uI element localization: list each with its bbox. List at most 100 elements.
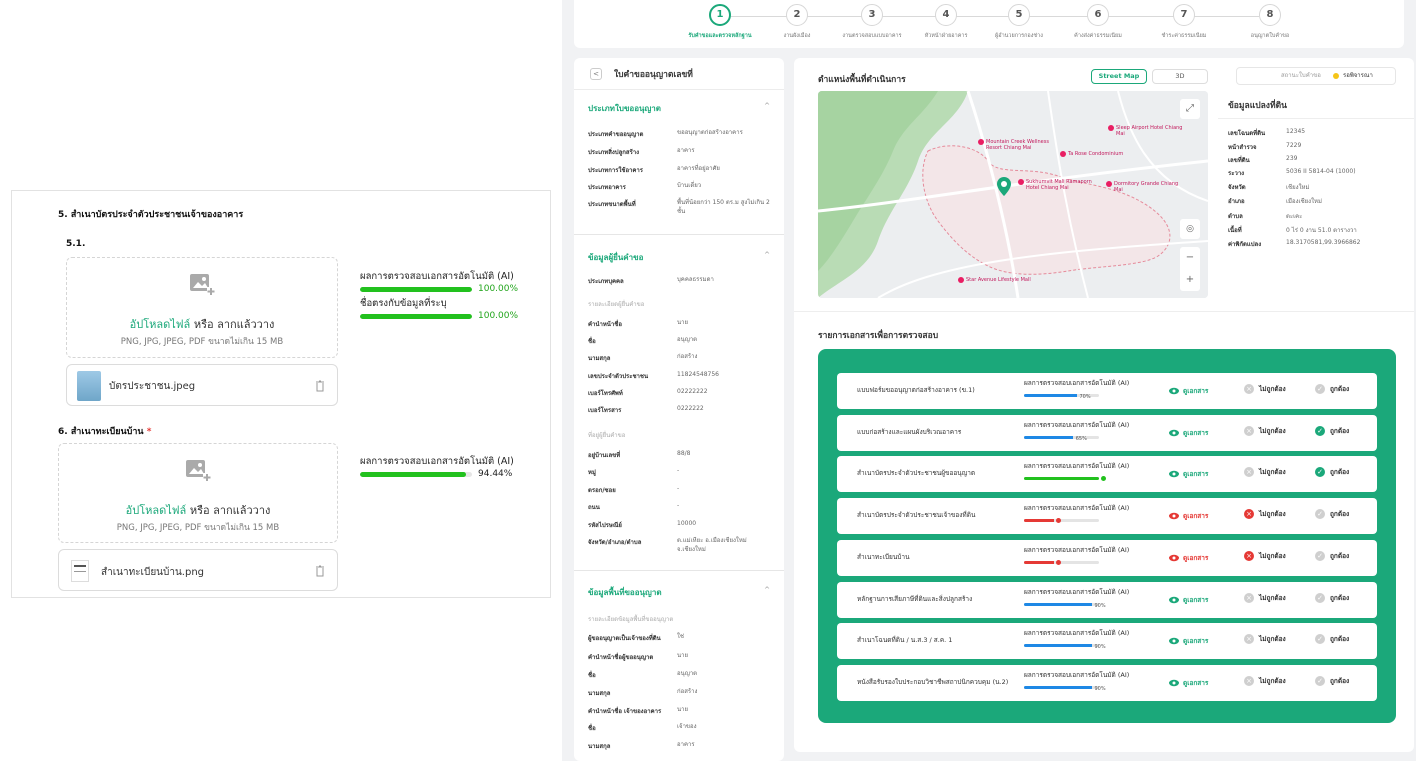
- eye-icon[interactable]: [1169, 678, 1179, 688]
- upload-link[interactable]: อัปโหลดไฟล์: [126, 504, 187, 517]
- view-document-link[interactable]: ดูเอกสาร: [1183, 636, 1208, 646]
- upload-dropzone-house-reg[interactable]: อัปโหลดไฟล์ หรือ ลากแล้ววาง PNG, JPG, JP…: [58, 443, 338, 543]
- document-row: สำเนาโฉนดที่ดิน / น.ส.3 / ส.ค. 1 ผลการตรว…: [837, 623, 1377, 660]
- view-document-link[interactable]: ดูเอกสาร: [1183, 678, 1208, 688]
- reject-button[interactable]: ไม่ถูกต้อง: [1259, 676, 1286, 686]
- field-label: อยู่บ้านเลขที่: [588, 452, 621, 459]
- accept-button[interactable]: ถูกต้อง: [1330, 593, 1349, 603]
- zoom-out-button[interactable]: −: [1180, 247, 1200, 269]
- document-row: สำเนาบัตรประจำตัวประชาชนเจ้าของที่ดิน ผลก…: [837, 498, 1377, 535]
- close-circle-icon[interactable]: ×: [1244, 467, 1254, 478]
- file-thumbnail: [77, 371, 101, 401]
- eye-icon[interactable]: [1169, 428, 1179, 438]
- chevron-up-icon[interactable]: ^: [764, 102, 770, 110]
- group-title[interactable]: ข้อมูลพื้นที่ขออนุญาต: [588, 586, 662, 599]
- ai-result-label: ผลการตรวจสอบเอกสารอัตโนมัติ (AI): [1024, 379, 1130, 387]
- parcel-value: 239: [1286, 155, 1298, 162]
- map-poi-icon[interactable]: [1108, 125, 1114, 131]
- field-label: ชื่อ: [588, 725, 596, 732]
- close-circle-icon[interactable]: ×: [1244, 425, 1254, 436]
- accept-button[interactable]: ถูกต้อง: [1330, 634, 1349, 644]
- view-document-link[interactable]: ดูเอกสาร: [1183, 469, 1208, 479]
- group-title[interactable]: ข้อมูลผู้ยื่นคำขอ: [588, 251, 643, 264]
- step-6[interactable]: 6 ค้างส่งค่าธรรมเนียม: [1053, 4, 1143, 40]
- view-document-link[interactable]: ดูเอกสาร: [1183, 553, 1208, 563]
- location-pin-icon[interactable]: [996, 177, 1012, 197]
- check-circle-icon[interactable]: ✓: [1315, 675, 1325, 686]
- back-button[interactable]: <: [590, 68, 602, 80]
- reject-button[interactable]: ไม่ถูกต้อง: [1259, 593, 1286, 603]
- check-circle-icon[interactable]: ✓: [1315, 384, 1325, 394]
- name-match-label: ชื่อตรงกับข้อมูลที่ระบุ: [360, 298, 447, 309]
- accept-button[interactable]: ถูกต้อง: [1330, 551, 1349, 561]
- accept-button[interactable]: ถูกต้อง: [1330, 676, 1349, 686]
- chevron-up-icon[interactable]: ^: [764, 586, 770, 594]
- check-circle-icon[interactable]: ✓: [1315, 425, 1325, 436]
- reject-button[interactable]: ไม่ถูกต้อง: [1259, 509, 1286, 519]
- check-circle-icon[interactable]: ✓: [1315, 634, 1325, 645]
- upload-dropzone-id-card[interactable]: อัปโหลดไฟล์ หรือ ลากแล้ววาง PNG, JPG, JP…: [66, 257, 338, 358]
- fullscreen-icon[interactable]: ⤢: [1180, 99, 1200, 119]
- zoom-in-button[interactable]: +: [1180, 269, 1200, 291]
- step-7[interactable]: 7 ชำระค่าธรรมเนียม: [1139, 4, 1229, 40]
- ai-progress-bar: [1024, 560, 1099, 564]
- field-label: คำนำหน้าชื่อ เจ้าของอาคาร: [588, 708, 662, 715]
- map-poi-icon[interactable]: [1106, 181, 1112, 187]
- close-circle-icon[interactable]: ×: [1244, 634, 1254, 645]
- step-8[interactable]: 8 อนุญาตใบคำขอ: [1225, 4, 1315, 40]
- view-document-link[interactable]: ดูเอกสาร: [1183, 386, 1208, 396]
- step-5[interactable]: 5 ผู้อำนวยการกองช่าง: [974, 4, 1064, 40]
- field-value: นาย: [677, 652, 688, 659]
- check-circle-icon[interactable]: ✓: [1315, 509, 1325, 520]
- eye-icon[interactable]: [1169, 511, 1179, 521]
- eye-icon[interactable]: [1169, 595, 1179, 605]
- check-circle-icon[interactable]: ✓: [1315, 592, 1325, 603]
- map-poi-icon[interactable]: [1018, 179, 1024, 185]
- trash-icon[interactable]: [315, 565, 325, 577]
- info-title: ใบคำขออนุญาตเลขที่: [614, 70, 693, 80]
- eye-icon[interactable]: [1169, 386, 1179, 396]
- locate-icon[interactable]: ◎: [1180, 219, 1200, 239]
- uploaded-file-house-reg[interactable]: สำเนาทะเบียนบ้าน.png: [58, 549, 338, 591]
- eye-icon[interactable]: [1169, 636, 1179, 646]
- tab-street-map[interactable]: Street Map: [1091, 69, 1147, 84]
- uploaded-file-id-card[interactable]: บัตรประชาชน.jpeg: [66, 364, 338, 406]
- ai-result-label: ผลการตรวจสอบเอกสารอัตโนมัติ (AI): [360, 456, 514, 467]
- accept-button[interactable]: ถูกต้อง: [1330, 426, 1349, 436]
- close-circle-icon[interactable]: ×: [1244, 509, 1254, 520]
- close-circle-icon[interactable]: ×: [1244, 550, 1254, 561]
- field-value: อาคาร: [677, 741, 695, 748]
- match-percent: 100.00%: [478, 311, 519, 321]
- view-document-link[interactable]: ดูเอกสาร: [1183, 595, 1208, 605]
- accept-button[interactable]: ถูกต้อง: [1330, 384, 1349, 394]
- accept-button[interactable]: ถูกต้อง: [1330, 467, 1349, 477]
- eye-icon[interactable]: [1169, 469, 1179, 479]
- close-circle-icon[interactable]: ×: [1244, 592, 1254, 603]
- accept-button[interactable]: ถูกต้อง: [1330, 509, 1349, 519]
- field-label: นามสกุล: [588, 355, 611, 362]
- reject-button[interactable]: ไม่ถูกต้อง: [1259, 551, 1286, 561]
- close-circle-icon[interactable]: ×: [1244, 384, 1254, 394]
- reject-button[interactable]: ไม่ถูกต้อง: [1259, 634, 1286, 644]
- map-poi-icon[interactable]: [958, 277, 964, 283]
- ai-progress-bar: [1024, 602, 1099, 606]
- check-circle-icon[interactable]: ✓: [1315, 467, 1325, 478]
- group-title[interactable]: ประเภทใบขออนุญาต: [588, 102, 661, 115]
- reject-button[interactable]: ไม่ถูกต้อง: [1259, 467, 1286, 477]
- check-circle-icon[interactable]: ✓: [1315, 550, 1325, 561]
- upload-link[interactable]: อัปโหลดไฟล์: [130, 318, 191, 331]
- tab-3d[interactable]: 3D: [1152, 69, 1208, 84]
- reject-button[interactable]: ไม่ถูกต้อง: [1259, 384, 1286, 394]
- view-document-link[interactable]: ดูเอกสาร: [1183, 511, 1208, 521]
- close-circle-icon[interactable]: ×: [1244, 675, 1254, 686]
- chevron-up-icon[interactable]: ^: [764, 251, 770, 259]
- parcel-value: 18.3170581,99.3966862: [1286, 239, 1361, 246]
- map-poi-icon[interactable]: [978, 139, 984, 145]
- map-poi-icon[interactable]: [1060, 151, 1066, 157]
- image-add-icon: [186, 460, 211, 481]
- eye-icon[interactable]: [1169, 553, 1179, 563]
- trash-icon[interactable]: [315, 380, 325, 392]
- map-view[interactable]: Sleep Airport Hotel Chiang Mai Mountain C…: [818, 91, 1208, 298]
- reject-button[interactable]: ไม่ถูกต้อง: [1259, 426, 1286, 436]
- view-document-link[interactable]: ดูเอกสาร: [1183, 428, 1208, 438]
